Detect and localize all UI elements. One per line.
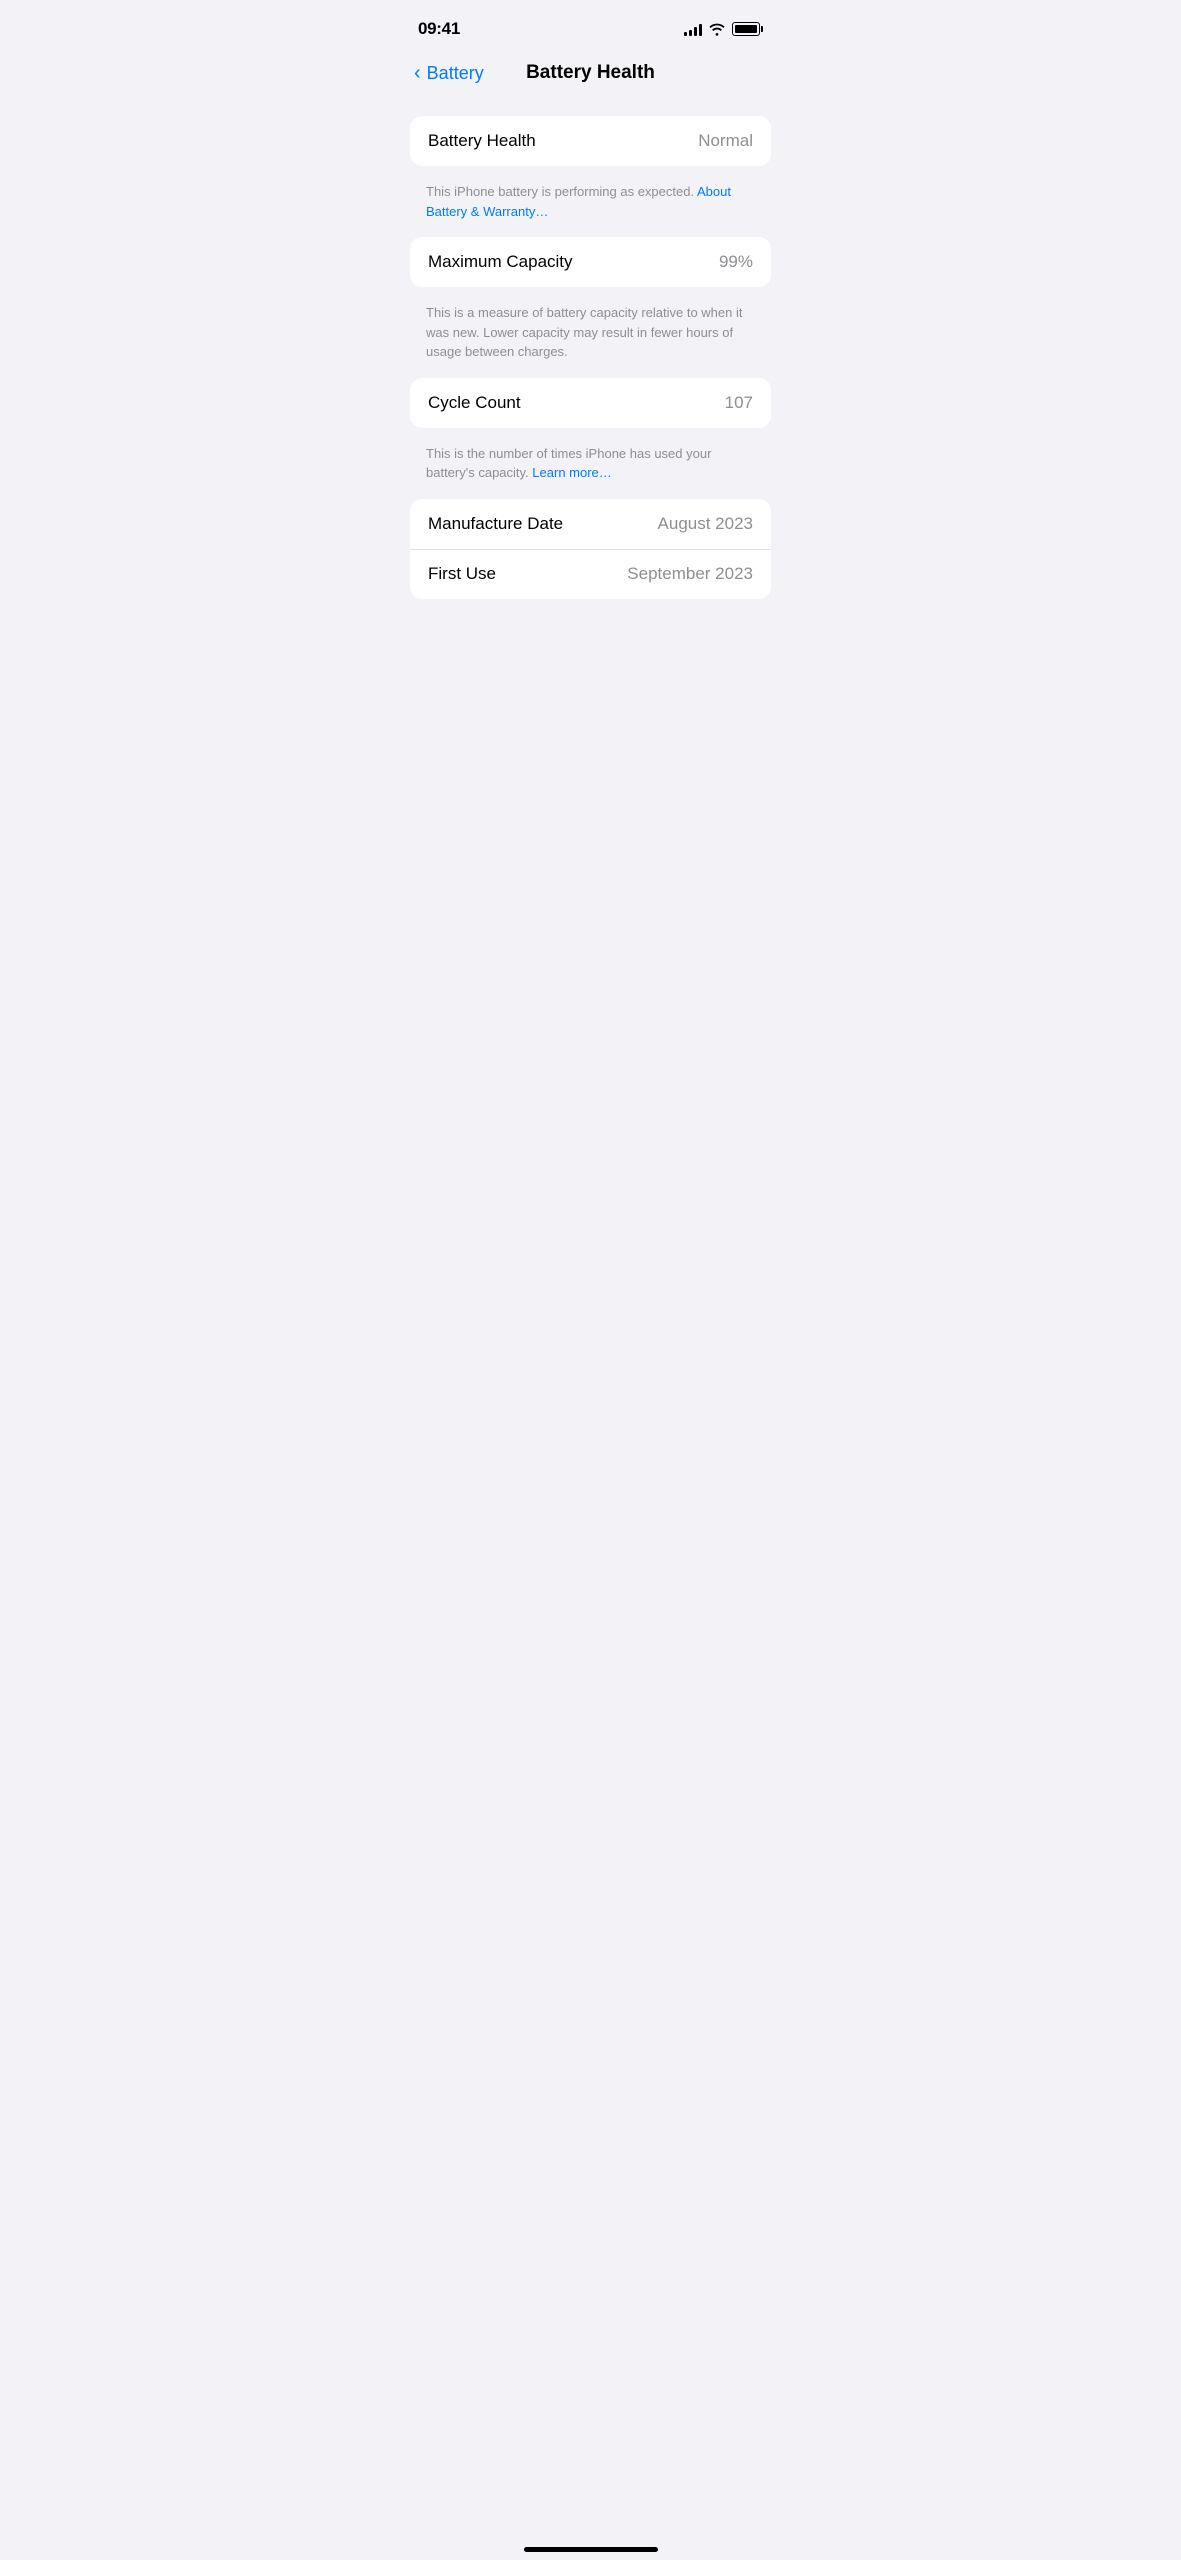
battery-health-label: Battery Health [428, 131, 536, 151]
battery-status-icon [732, 22, 763, 36]
maximum-capacity-description: This is a measure of battery capacity re… [410, 295, 771, 378]
cycle-count-value: 107 [725, 393, 753, 413]
status-bar: 09:41 [394, 0, 787, 54]
manufacture-date-row: Manufacture Date August 2023 [410, 499, 771, 549]
status-time: 09:41 [418, 19, 460, 39]
wifi-icon [708, 22, 726, 36]
cycle-count-label: Cycle Count [428, 393, 521, 413]
back-label: Battery [427, 63, 484, 84]
main-content: Battery Health Normal This iPhone batter… [394, 100, 787, 599]
first-use-row: First Use September 2023 [410, 549, 771, 599]
first-use-label: First Use [428, 564, 496, 584]
maximum-capacity-row: Maximum Capacity 99% [410, 237, 771, 287]
manufacture-date-label: Manufacture Date [428, 514, 563, 534]
signal-icon [684, 22, 702, 36]
learn-more-link[interactable]: Learn more… [532, 465, 611, 480]
back-button[interactable]: ‹ Battery [414, 62, 484, 85]
cycle-count-row: Cycle Count 107 [410, 378, 771, 428]
dates-card: Manufacture Date August 2023 First Use S… [410, 499, 771, 599]
manufacture-date-value: August 2023 [658, 514, 753, 534]
battery-health-row: Battery Health Normal [410, 116, 771, 166]
first-use-value: September 2023 [627, 564, 753, 584]
nav-header: ‹ Battery Battery Health [394, 54, 787, 100]
home-indicator [524, 2547, 658, 2552]
maximum-capacity-value: 99% [719, 252, 753, 272]
battery-health-description: This iPhone battery is performing as exp… [410, 174, 771, 237]
battery-health-card: Battery Health Normal [410, 116, 771, 166]
status-icons [684, 22, 763, 36]
battery-health-value: Normal [698, 131, 753, 151]
cycle-count-card: Cycle Count 107 [410, 378, 771, 428]
battery-warranty-link[interactable]: About Battery & Warranty… [426, 184, 731, 219]
maximum-capacity-card: Maximum Capacity 99% [410, 237, 771, 287]
maximum-capacity-label: Maximum Capacity [428, 252, 573, 272]
page-title: Battery Health [526, 62, 655, 84]
back-chevron-icon: ‹ [414, 62, 421, 85]
cycle-count-description: This is the number of times iPhone has u… [410, 436, 771, 499]
